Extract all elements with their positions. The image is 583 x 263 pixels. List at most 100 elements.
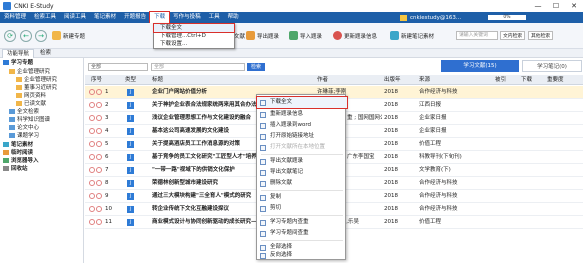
col-title[interactable]: 标题 xyxy=(152,75,163,85)
row-status-icons xyxy=(89,219,103,225)
sidebar-item-temp-reading[interactable]: 临时阅读 xyxy=(3,148,33,156)
col-importance[interactable]: 重要度 xyxy=(547,75,564,85)
back-icon[interactable]: ← xyxy=(20,30,32,42)
row-title[interactable]: 关于提高酒店员工工作消息源的对策 xyxy=(152,138,257,151)
ctx-download-fulltext[interactable]: 下载全文 xyxy=(256,96,348,109)
row-number: 5 xyxy=(105,141,109,147)
copy-icon xyxy=(260,195,266,201)
col-cited[interactable]: 被引 xyxy=(495,75,506,85)
new-note-button[interactable]: 新建笔记素材 xyxy=(390,31,434,40)
menu-item-proposal[interactable]: 开题报告 xyxy=(120,12,150,23)
row-status-icons xyxy=(89,115,103,121)
close-button[interactable]: ✕ xyxy=(565,0,583,12)
menu-item-notes[interactable]: 笔记素材 xyxy=(90,12,120,23)
ctx-open-link[interactable]: 打开原始链接地址 xyxy=(257,131,347,142)
sidebar-item-knowledge-graph[interactable]: 科学知识图谱 xyxy=(9,115,50,123)
download-manager-menu-item[interactable]: 下载管理...Ctrl+D xyxy=(154,32,234,40)
type-icon: J xyxy=(127,193,134,200)
menu-item-reading-tools[interactable]: 阅读工具 xyxy=(60,12,90,23)
sidebar-item-read[interactable]: 已读文献 xyxy=(16,99,46,107)
col-author[interactable]: 作者 xyxy=(317,75,328,85)
ctx-insert-word[interactable]: 插入题录到word xyxy=(257,120,347,131)
row-title[interactable]: 浅议企业管理思想工作与文化建设的融合 xyxy=(152,112,257,125)
ctx-export-citation[interactable]: 导出文献题录 xyxy=(257,156,347,167)
row-number: 11 xyxy=(105,219,112,225)
user-name: cnkiestudy@163... xyxy=(410,14,462,21)
filter-search-button[interactable]: 检索 xyxy=(247,63,265,71)
col-type[interactable]: 类型 xyxy=(125,75,136,85)
sync-icon[interactable]: ⟳ xyxy=(4,30,16,42)
menu-item-data-management[interactable]: 资料管理 xyxy=(0,12,30,23)
tab-navigation[interactable]: 功能导航 xyxy=(2,49,35,58)
sidebar-item-course-study[interactable]: 课题学习 xyxy=(9,131,39,139)
study-literature-tab[interactable]: 学习文献(15) xyxy=(441,60,519,72)
maximize-button[interactable]: ☐ xyxy=(547,0,565,12)
row-title[interactable]: 基于竞争的员工文化研究"工匠型人才"培养 xyxy=(152,151,257,164)
row-year: 2018 xyxy=(384,193,398,199)
window-title: CNKI E-Study xyxy=(14,2,54,10)
ctx-open-local[interactable]: 打开文献所在本地位置 xyxy=(257,142,347,153)
search-input[interactable]: 请输入关键词 xyxy=(456,31,498,40)
menu-item-search-tools[interactable]: 检索工具 xyxy=(30,12,60,23)
status-icon xyxy=(96,154,102,160)
type-icon: J xyxy=(127,180,134,187)
ctx-cut[interactable]: 剪切 xyxy=(257,203,347,214)
sidebar-item-browser-import[interactable]: 浏览器导入 xyxy=(3,156,39,164)
forward-icon[interactable]: → xyxy=(35,30,47,42)
row-title[interactable]: "一带一路"视域下的供销文化保护 xyxy=(152,164,257,177)
download-fulltext-menu-item[interactable]: 下载全文 xyxy=(153,23,235,33)
col-source[interactable]: 来源 xyxy=(419,75,430,85)
filter-select[interactable]: 全部 xyxy=(88,63,148,71)
menu-bar: 资料管理 检索工具 阅读工具 笔记素材 开题报告 下载 写作与投稿 工具 帮助 … xyxy=(0,11,583,24)
row-source: 价值工程 xyxy=(419,219,442,225)
download-menu: 下载全文 下载管理...Ctrl+D 下载设置... xyxy=(153,23,235,49)
row-status-icons xyxy=(89,193,103,199)
row-status-icons xyxy=(89,206,103,212)
study-notes-tab[interactable]: 学习笔记(0) xyxy=(522,60,582,72)
tab-search[interactable]: 检索 xyxy=(36,49,55,58)
row-status-icons xyxy=(89,154,103,160)
row-title[interactable]: 荣德林创新型城市建设研究 xyxy=(152,177,257,190)
minimize-button[interactable]: — xyxy=(529,0,547,12)
menu-divider xyxy=(261,240,343,241)
ctx-export-notes[interactable]: 导出文献笔记 xyxy=(257,167,347,178)
filter-input[interactable]: 全部 xyxy=(151,63,245,71)
row-source: 科教导刊(下旬刊) xyxy=(419,154,462,160)
sidebar-item-notes[interactable]: 笔记素材 xyxy=(3,140,33,148)
new-topic-button[interactable]: 新建专题 xyxy=(52,31,85,40)
sidebar-item-study-topics[interactable]: 学习专题 xyxy=(3,58,33,66)
menu-item-writing[interactable]: 写作与投稿 xyxy=(169,12,205,23)
col-downloads[interactable]: 下载 xyxy=(521,75,532,85)
row-title[interactable]: 通过三大模块构建"三全育人"模式的研究 xyxy=(152,190,257,203)
sidebar-item-web-data[interactable]: 网页资料 xyxy=(16,91,46,99)
sidebar-item-paper-center[interactable]: 论文中心 xyxy=(9,123,39,131)
download-settings-menu-item[interactable]: 下载设置... xyxy=(154,40,234,48)
col-number[interactable]: 序号 xyxy=(91,75,102,85)
menu-item-tools[interactable]: 工具 xyxy=(205,12,224,23)
row-year: 2018 xyxy=(384,102,398,108)
row-title[interactable]: 转企业传统下文化互融建设探议 xyxy=(152,203,257,216)
sidebar-item-enterprise-mgmt[interactable]: 企业管理研究 xyxy=(9,67,50,75)
in-text-search-button[interactable]: 文内检索 xyxy=(500,31,526,40)
import-citation-button[interactable]: 导入题录 xyxy=(289,31,322,40)
col-year[interactable]: 出版年 xyxy=(384,75,401,85)
update-citation-button[interactable]: 更新题录信息 xyxy=(333,31,377,40)
ctx-refresh-citation[interactable]: 重新题录信息 xyxy=(257,109,347,120)
sidebar-item-director-research[interactable]: 董事习近研究 xyxy=(16,83,57,91)
export-citation-button[interactable]: 导出题录 xyxy=(246,31,279,40)
row-status-icons xyxy=(89,89,103,95)
menu-item-help[interactable]: 帮助 xyxy=(224,12,243,23)
row-title[interactable]: 关于神护企业表合法规家统两来用其合办法 xyxy=(152,99,257,112)
sidebar-item-recycle-bin[interactable]: 回收站 xyxy=(3,164,28,172)
sidebar-item-enterprise-mgmt-sub[interactable]: 企业管理研究 xyxy=(16,75,57,83)
ctx-copy[interactable]: 复制 xyxy=(257,192,347,203)
user-account[interactable]: cnkiestudy@163... xyxy=(400,14,461,21)
ctx-invert-selection[interactable]: 反向选择 xyxy=(257,251,347,260)
menu-item-download[interactable]: 下载 xyxy=(149,11,171,24)
ctx-delete[interactable]: 删除文献 xyxy=(257,178,347,189)
other-search-dropdown[interactable]: 其他检索 xyxy=(528,31,554,40)
ctx-dedupe-within[interactable]: 学习专题内查重 xyxy=(257,217,347,228)
row-title[interactable]: 基本这公司高速发展的文化建设 xyxy=(152,125,257,138)
sidebar-item-fulltext-search[interactable]: 全文检索 xyxy=(9,107,39,115)
ctx-dedupe-between[interactable]: 学习专题间查重 xyxy=(257,228,347,239)
